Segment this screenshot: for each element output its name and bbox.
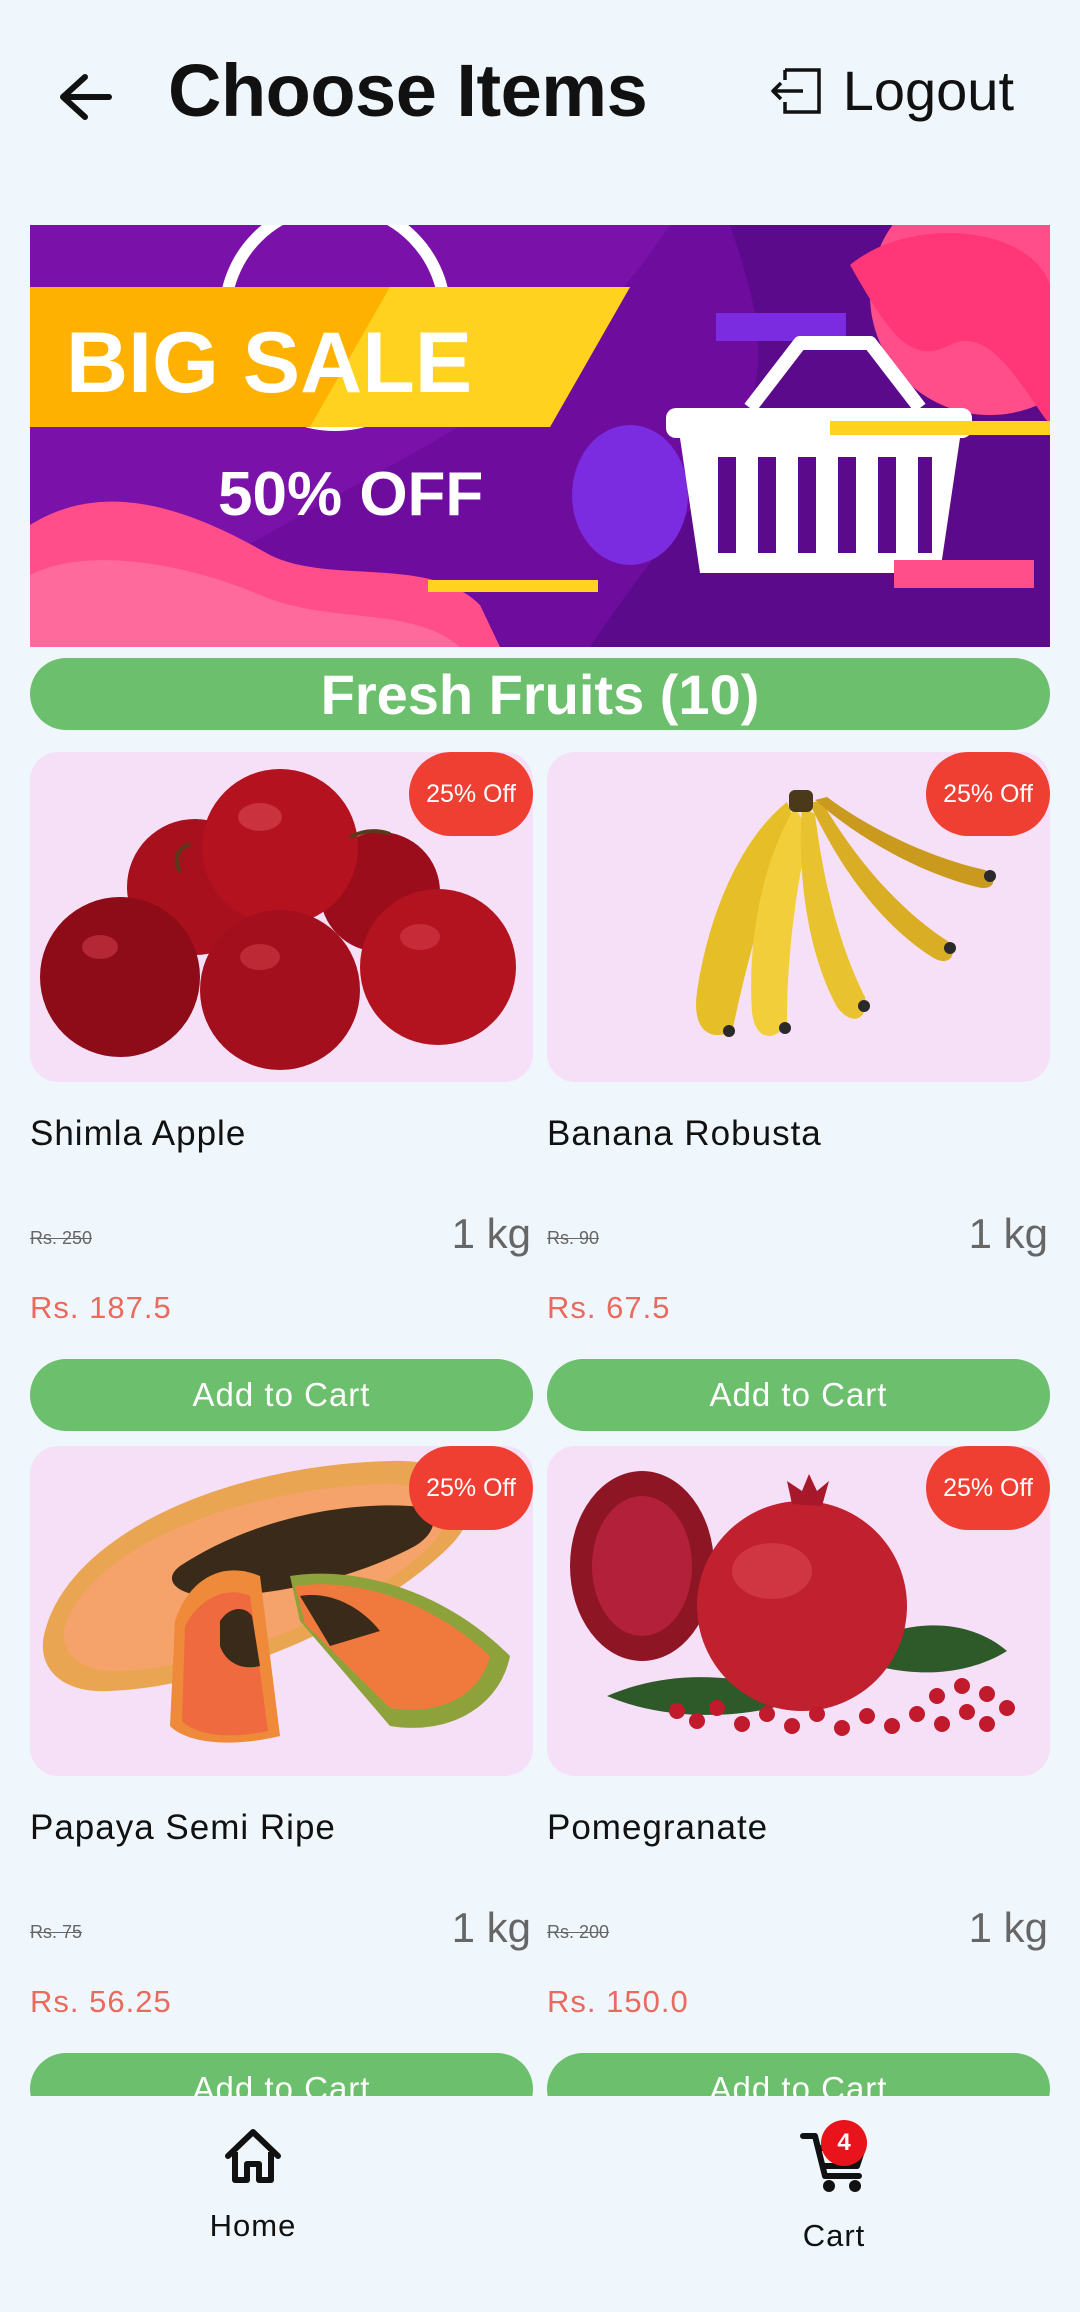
logout-icon bbox=[770, 67, 821, 114]
original-price: Rs. 200 bbox=[547, 1922, 610, 1942]
add-to-cart-button[interactable]: Add to Cart bbox=[547, 1359, 1050, 1431]
nav-home[interactable]: Home bbox=[153, 2126, 353, 2244]
back-button[interactable] bbox=[50, 58, 120, 136]
original-price: Rs. 75 bbox=[30, 1922, 83, 1942]
product-quantity: 1 kg bbox=[968, 1904, 1048, 1951]
discount-badge: 25% Off bbox=[409, 1446, 533, 1530]
product-name: Pomegranate bbox=[547, 1808, 769, 1847]
nav-home-label: Home bbox=[209, 2208, 297, 2243]
home-icon bbox=[225, 2129, 281, 2183]
product-quantity: 1 kg bbox=[968, 1210, 1048, 1257]
top-app-bar: Choose Items Logout bbox=[0, 0, 1080, 190]
product-name: Banana Robusta bbox=[547, 1114, 822, 1153]
cart-icon-wrapper: 4 bbox=[799, 2120, 869, 2196]
discounted-price: Rs. 67.5 bbox=[547, 1290, 671, 1325]
banner-headline: BIG SALE bbox=[66, 315, 472, 411]
original-price: Rs. 250 bbox=[30, 1228, 93, 1248]
category-header[interactable]: Fresh Fruits (10) bbox=[30, 658, 1050, 730]
discounted-price: Rs. 150.0 bbox=[547, 1984, 689, 2019]
product-image[interactable]: 25% Off bbox=[30, 752, 533, 1082]
discount-badge: 25% Off bbox=[926, 1446, 1050, 1530]
discount-badge: 25% Off bbox=[409, 752, 533, 836]
product-image[interactable]: 25% Off bbox=[547, 1446, 1050, 1776]
nav-cart[interactable]: 4 Cart bbox=[734, 2120, 934, 2254]
nav-cart-label: Cart bbox=[802, 2218, 866, 2253]
discounted-price: Rs. 187.5 bbox=[30, 1290, 172, 1325]
product-image[interactable]: 25% Off bbox=[30, 1446, 533, 1776]
product-quantity: 1 kg bbox=[451, 1210, 531, 1257]
original-price: Rs. 90 bbox=[547, 1228, 600, 1248]
product-image[interactable]: 25% Off bbox=[547, 752, 1050, 1082]
add-to-cart-button[interactable]: Add to Cart bbox=[30, 1359, 533, 1431]
app-screen: Choose Items Logout BIG SALE 50% OFF Fre… bbox=[0, 0, 1080, 2312]
cart-count-badge: 4 bbox=[821, 2120, 867, 2166]
bottom-navigation: Home 4 Cart bbox=[0, 2096, 1080, 2312]
banner-subline: 50% OFF bbox=[218, 460, 483, 529]
product-name: Papaya Semi Ripe bbox=[30, 1808, 336, 1847]
product-name: Shimla Apple bbox=[30, 1114, 247, 1153]
page-title: Choose Items bbox=[168, 49, 648, 132]
promo-banner[interactable]: BIG SALE 50% OFF bbox=[30, 225, 1050, 647]
logout-label: Logout bbox=[842, 59, 1014, 122]
logout-button[interactable]: Logout bbox=[767, 58, 1014, 123]
discounted-price: Rs. 56.25 bbox=[30, 1984, 172, 2019]
arrow-left-icon bbox=[60, 74, 112, 120]
discount-badge: 25% Off bbox=[926, 752, 1050, 836]
product-quantity: 1 kg bbox=[451, 1904, 531, 1951]
promo-banner-graphic: BIG SALE 50% OFF bbox=[30, 225, 1050, 647]
